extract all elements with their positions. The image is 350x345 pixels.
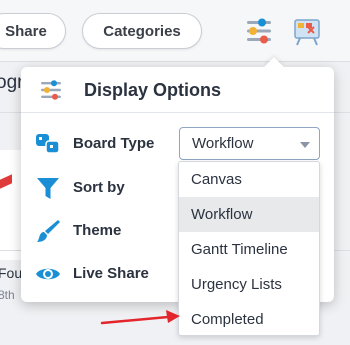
select-value: Workflow [192,135,254,152]
board-type-option[interactable]: Canvas [179,162,319,197]
option-label: Board Type [73,135,155,152]
share-button[interactable]: Share [0,13,66,49]
board-type-option[interactable]: Gantt Timeline [179,232,319,267]
chevron-down-icon [300,142,310,148]
background-card [0,150,22,260]
board-type-option[interactable]: Workflow [179,197,319,232]
option-label: Theme [73,222,122,239]
panel-header: Display Options [21,67,334,113]
sliders-icon[interactable] [242,14,276,48]
option-label: Live Share [73,265,149,282]
board-type-icon [36,134,60,154]
board-type-option[interactable]: Completed [179,302,319,337]
background-heading-fragment: ogr [0,72,24,93]
sliders-icon [41,80,61,100]
top-toolbar: Share Categories [0,0,350,62]
board-type-select[interactable]: Workflow [179,127,320,160]
eye-icon [36,268,60,280]
funnel-icon [37,178,59,199]
paintbrush-icon [37,220,60,242]
categories-button[interactable]: Categories [82,13,202,49]
board-icon[interactable] [290,14,324,48]
background-date-fragment: 8th [0,288,15,302]
background-item-fragment: Fou [0,265,23,281]
red-arrow-icon [100,310,180,325]
board-type-options-list: Canvas Workflow Gantt Timeline Urgency L… [178,161,320,336]
panel-title: Display Options [84,80,222,100]
board-type-option[interactable]: Urgency Lists [179,267,319,302]
option-label: Sort by [73,179,125,196]
